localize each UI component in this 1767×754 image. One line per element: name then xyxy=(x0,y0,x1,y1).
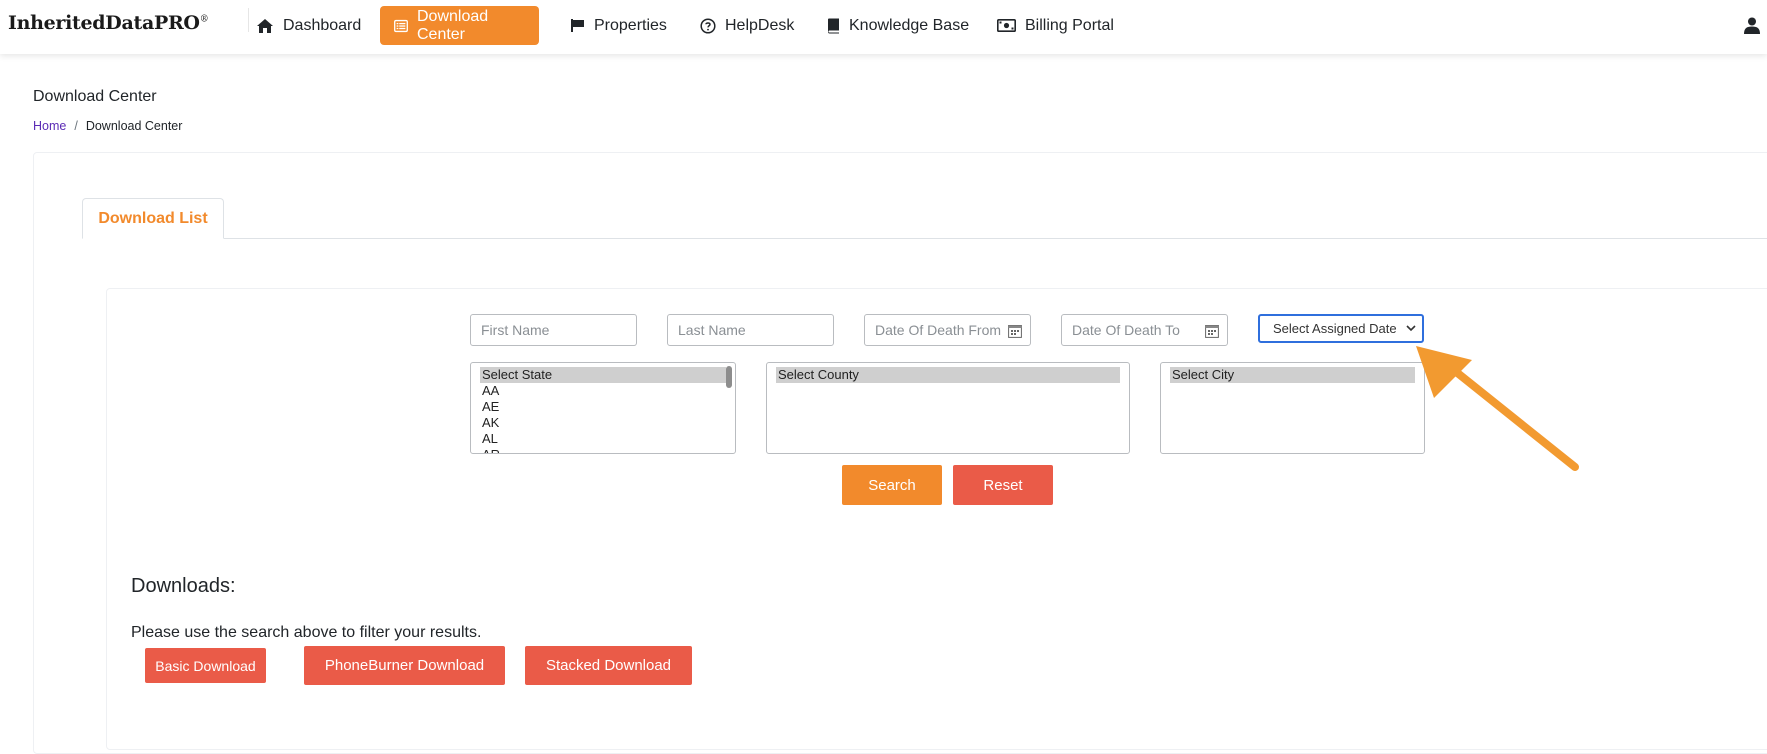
nav-label-dashboard: Dashboard xyxy=(283,16,362,34)
state-option[interactable]: AA xyxy=(480,383,726,399)
list-icon xyxy=(394,19,408,32)
breadcrumb: Home / Download Center xyxy=(33,119,182,133)
book-icon xyxy=(828,18,839,33)
annotation-arrow-icon xyxy=(1416,346,1579,471)
state-option[interactable]: AL xyxy=(480,431,726,447)
state-listbox[interactable]: Select State AA AE AK AL AR xyxy=(470,362,736,454)
nav-item-dashboard[interactable]: Dashboard xyxy=(242,6,375,45)
nav-label-knowledge-base: Knowledge Base xyxy=(849,16,970,34)
page-title: Download Center xyxy=(33,88,157,105)
assigned-date-select[interactable]: Select Assigned Date xyxy=(1258,314,1424,343)
breadcrumb-current: Download Center xyxy=(85,119,183,133)
nav-label-billing-portal: Billing Portal xyxy=(1025,16,1114,34)
city-option[interactable]: Select City xyxy=(1170,367,1415,383)
nav-item-knowledge-base[interactable]: Knowledge Base xyxy=(813,6,983,45)
home-icon xyxy=(257,18,273,33)
tabs-divider xyxy=(82,238,1767,239)
nav-item-download-center[interactable]: Download Center xyxy=(380,6,539,45)
reset-button[interactable]: Reset xyxy=(953,465,1053,505)
top-navbar: InheritedDataPRO® Dashboard Download Cen… xyxy=(0,0,1767,54)
chevron-down-icon xyxy=(1406,325,1416,332)
date-of-death-to-placeholder: Date Of Death To xyxy=(1072,322,1180,338)
phoneburner-download-button[interactable]: PhoneBurner Download xyxy=(304,646,505,685)
date-of-death-from-input[interactable]: Date Of Death From xyxy=(864,314,1031,346)
stacked-download-button[interactable]: Stacked Download xyxy=(525,646,692,685)
nav-item-billing-portal[interactable]: Billing Portal xyxy=(983,6,1128,45)
state-option[interactable]: AK xyxy=(480,415,726,431)
county-listbox[interactable]: Select County xyxy=(766,362,1130,454)
nav-item-helpdesk[interactable]: HelpDesk xyxy=(686,6,808,45)
brand-name: InheritedDataPRO xyxy=(8,12,200,34)
question-circle-icon xyxy=(700,17,716,34)
nav-label-download-center: Download Center xyxy=(416,7,489,43)
downloads-message: Please use the search above to filter yo… xyxy=(131,624,482,641)
state-option[interactable]: Select State xyxy=(480,367,726,383)
tab-download-list[interactable]: Download List xyxy=(82,198,224,239)
basic-download-button[interactable]: Basic Download xyxy=(145,648,266,683)
search-button[interactable]: Search xyxy=(842,465,942,505)
date-of-death-from-placeholder: Date Of Death From xyxy=(875,322,1002,338)
nav-label-helpdesk: HelpDesk xyxy=(725,16,795,34)
brand-logo[interactable]: InheritedDataPRO® xyxy=(8,12,209,34)
money-bill-icon xyxy=(997,19,1016,32)
city-listbox[interactable]: Select City xyxy=(1160,362,1425,454)
last-name-input[interactable]: Last Name xyxy=(667,314,834,346)
flag-icon xyxy=(571,19,584,32)
calendar-icon[interactable] xyxy=(1205,324,1219,338)
breadcrumb-separator: / xyxy=(74,119,78,133)
first-name-input[interactable]: First Name xyxy=(470,314,637,346)
state-listbox-scrollbar[interactable] xyxy=(726,366,732,388)
state-option[interactable]: AE xyxy=(480,399,726,415)
nav-item-properties[interactable]: Properties xyxy=(556,6,681,45)
date-of-death-to-input[interactable]: Date Of Death To xyxy=(1061,314,1228,346)
state-option[interactable]: AR xyxy=(480,447,726,453)
county-option[interactable]: Select County xyxy=(776,367,1120,383)
assigned-date-selected-value: Select Assigned Date xyxy=(1273,321,1397,336)
nav-label-properties: Properties xyxy=(594,16,667,34)
calendar-icon[interactable] xyxy=(1008,324,1022,338)
user-icon[interactable] xyxy=(1744,17,1760,34)
brand-registered-mark: ® xyxy=(199,14,209,25)
downloads-heading: Downloads: xyxy=(131,575,236,597)
breadcrumb-home-link[interactable]: Home xyxy=(33,119,66,133)
